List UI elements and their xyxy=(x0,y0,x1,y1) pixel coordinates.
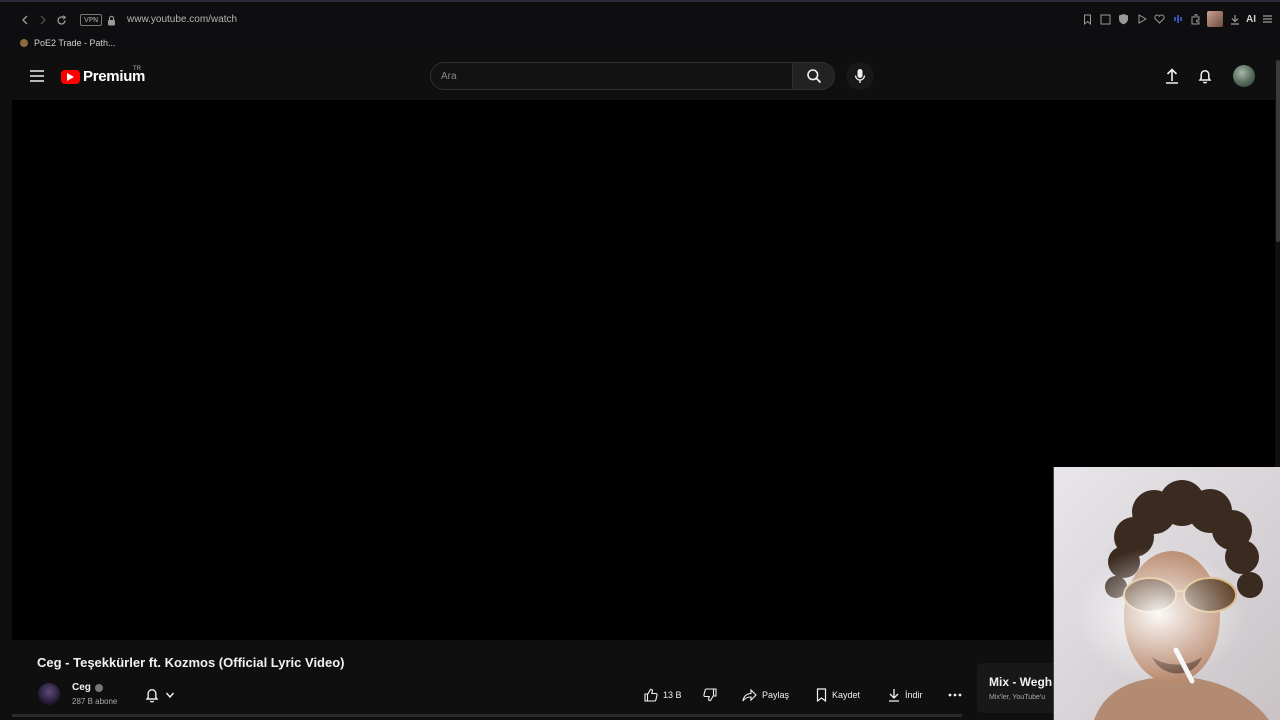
share-arrow-icon xyxy=(742,688,757,701)
extensions-puzzle-icon[interactable] xyxy=(1189,13,1202,26)
profile-thumbnail[interactable] xyxy=(1207,11,1223,27)
download-icon[interactable] xyxy=(1228,13,1241,26)
account-avatar[interactable] xyxy=(1233,65,1255,87)
more-dots-icon xyxy=(948,693,962,697)
youtube-header: Premium TR xyxy=(0,52,1280,100)
country-code: TR xyxy=(133,66,141,72)
bell-icon xyxy=(145,689,159,703)
channel-name[interactable]: Ceg xyxy=(72,682,91,693)
audio-wave-icon[interactable] xyxy=(1171,13,1184,26)
notifications-bell-icon[interactable] xyxy=(1195,66,1215,86)
save-label: Kaydet xyxy=(832,690,861,700)
thumbs-up-icon xyxy=(644,688,658,702)
download-button[interactable]: İndir xyxy=(880,683,938,707)
mix-playlist-card[interactable]: Mix - Wegh Mix'ler, YouTube'u xyxy=(977,663,1057,713)
channel-name-row[interactable]: Ceg xyxy=(72,682,103,693)
search-input[interactable] xyxy=(431,63,792,89)
voice-search-button[interactable] xyxy=(846,62,874,90)
youtube-play-icon xyxy=(61,69,80,84)
save-button[interactable]: Kaydet xyxy=(808,683,874,707)
download-arrow-icon xyxy=(889,689,899,702)
webcam-overlay xyxy=(1053,467,1280,720)
bookmarks-bar: PoE2 Trade - Path... xyxy=(0,36,1280,52)
browser-toolbar: VPN www.youtube.com/watch AI xyxy=(0,0,1280,36)
share-button[interactable]: Paylaş xyxy=(734,683,800,707)
video-title: Ceg - Teşekkürler ft. Kozmos (Official L… xyxy=(37,655,345,670)
subscription-notifications-button[interactable] xyxy=(138,683,188,707)
bookmark-favicon-icon xyxy=(20,39,28,47)
extensions-bar: AI xyxy=(1081,11,1274,27)
shield-icon[interactable] xyxy=(1117,13,1130,26)
mix-subtitle: Mix'ler, YouTube'u xyxy=(989,694,1046,701)
like-button[interactable]: 13 B xyxy=(636,683,694,707)
back-icon[interactable] xyxy=(16,11,34,29)
webcam-feed-image xyxy=(1054,467,1280,720)
vpn-badge[interactable]: VPN xyxy=(80,14,103,26)
download-label: İndir xyxy=(905,690,923,700)
channel-avatar[interactable] xyxy=(38,683,60,705)
horizontal-scrollbar[interactable] xyxy=(12,714,962,717)
lock-icon[interactable] xyxy=(107,13,116,31)
share-label: Paylaş xyxy=(762,690,790,700)
save-bookmark-icon xyxy=(816,688,827,702)
hamburger-menu-icon[interactable] xyxy=(28,68,46,84)
verified-badge-icon xyxy=(94,683,103,692)
bookmark-item[interactable]: PoE2 Trade - Path... xyxy=(20,36,116,50)
search-box xyxy=(430,62,792,90)
search-icon xyxy=(806,69,821,84)
mix-title[interactable]: Mix - Wegh xyxy=(989,675,1052,689)
browser-menu-icon[interactable] xyxy=(1261,13,1274,26)
reload-icon[interactable] xyxy=(52,11,70,29)
page-scrollbar[interactable] xyxy=(1276,60,1280,242)
like-count: 13 B xyxy=(663,690,682,700)
microphone-icon xyxy=(854,69,866,83)
dislike-button[interactable] xyxy=(698,683,722,707)
forward-icon[interactable] xyxy=(34,11,52,29)
snapshot-icon[interactable] xyxy=(1099,13,1112,26)
play-icon[interactable] xyxy=(1135,13,1148,26)
more-actions-button[interactable] xyxy=(943,683,967,707)
bookmark-icon[interactable] xyxy=(1081,13,1094,26)
chevron-down-icon xyxy=(165,692,175,699)
heart-icon[interactable] xyxy=(1153,13,1166,26)
subscriber-count: 287 B abone xyxy=(72,697,118,706)
ai-assistant-button[interactable]: AI xyxy=(1246,14,1256,25)
upload-icon[interactable] xyxy=(1162,66,1182,86)
thumbs-down-icon xyxy=(703,688,717,702)
address-bar[interactable]: www.youtube.com/watch xyxy=(127,14,237,25)
bookmark-label: PoE2 Trade - Path... xyxy=(34,38,116,48)
search-button[interactable] xyxy=(792,62,835,90)
